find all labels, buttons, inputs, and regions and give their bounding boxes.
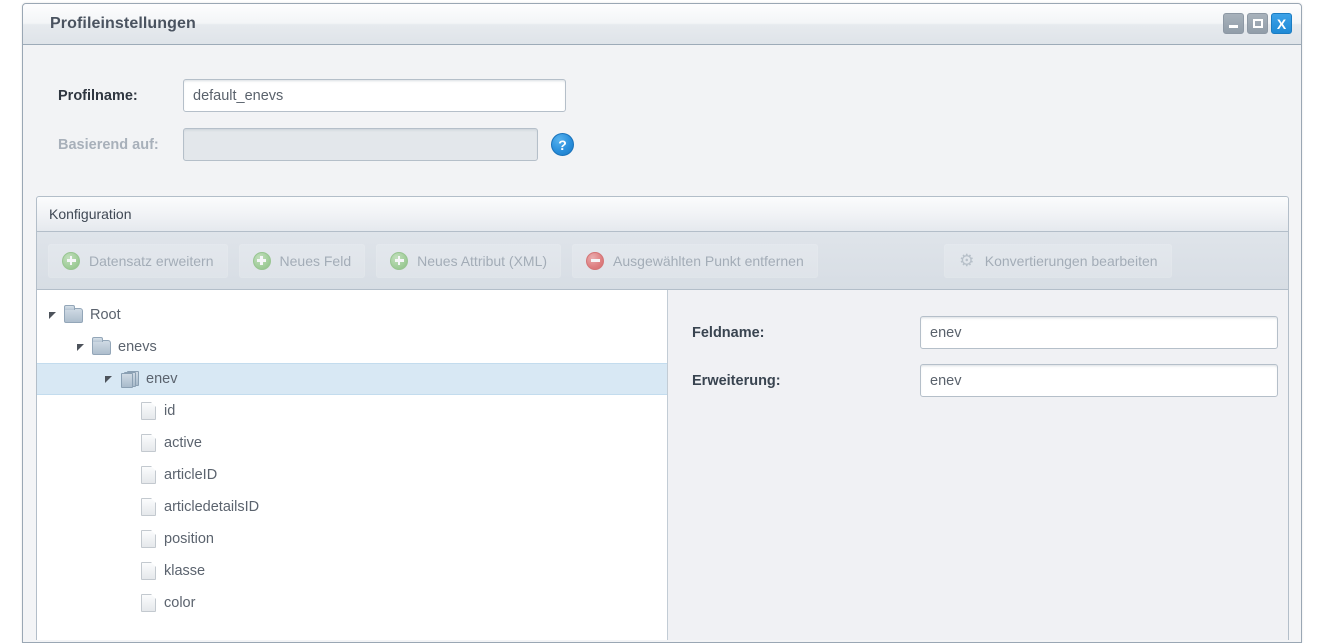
tree-node-klasse[interactable]: klasse — [37, 555, 667, 587]
tree-node-active[interactable]: active — [37, 427, 667, 459]
chevron-expanded-icon[interactable] — [77, 342, 88, 353]
profilname-label: Profilname: — [58, 87, 138, 104]
tree-node-position[interactable]: position — [37, 523, 667, 555]
konvertierungen-bearbeiten-button[interactable]: ⚙ Konvertierungen bearbeiten — [943, 243, 1172, 278]
plus-circle-icon — [390, 251, 409, 270]
profile-form: Profilname: Basierend auf: ? — [23, 45, 1301, 190]
neues-attribut-xml-button[interactable]: Neues Attribut (XML) — [376, 243, 562, 278]
feldname-input[interactable] — [920, 316, 1278, 349]
plus-circle-icon — [252, 251, 271, 270]
window-controls: X — [1223, 13, 1292, 34]
document-icon — [141, 402, 156, 420]
configuration-content: Root enevs enev id active articleID arti… — [36, 290, 1289, 640]
tree-node-label: enevs — [118, 339, 157, 355]
maximize-icon — [1252, 19, 1263, 28]
tree-node-id[interactable]: id — [37, 395, 667, 427]
basierend-auf-row: Basierend auf: ? — [23, 128, 574, 161]
document-icon — [141, 434, 156, 452]
basierend-auf-label: Basierend auf: — [58, 136, 159, 153]
close-icon: X — [1276, 15, 1287, 32]
window-title: Profileinstellungen — [50, 15, 196, 32]
window-titlebar: Profileinstellungen X — [23, 4, 1301, 45]
neues-attribut-xml-label: Neues Attribut (XML) — [417, 252, 548, 269]
field-tree[interactable]: Root enevs enev id active articleID arti… — [37, 290, 668, 640]
basierend-auf-input — [183, 128, 538, 161]
tree-node-articledetailsid[interactable]: articledetailsID — [37, 491, 667, 523]
tree-node-enev[interactable]: enev — [37, 363, 667, 395]
konfiguration-title: Konfiguration — [49, 206, 132, 222]
erweiterung-row: Erweiterung: — [668, 364, 1288, 397]
tree-node-enevs[interactable]: enevs — [37, 331, 667, 363]
tree-node-color[interactable]: color — [37, 587, 667, 619]
minimize-icon — [1229, 25, 1238, 28]
document-icon — [141, 466, 156, 484]
neues-feld-label: Neues Feld — [279, 252, 352, 269]
document-icon — [141, 498, 156, 516]
gear-icon: ⚙ — [959, 251, 975, 270]
folder-icon — [92, 336, 111, 355]
profilname-input[interactable] — [183, 79, 566, 112]
datensatz-erweitern-button[interactable]: Datensatz erweitern — [48, 243, 228, 278]
tree-node-label: articledetailsID — [164, 499, 260, 515]
configuration-toolbar: Datensatz erweitern Neues Feld Neues Att… — [36, 232, 1289, 290]
help-icon[interactable]: ? — [551, 133, 574, 156]
minimize-button[interactable] — [1223, 13, 1244, 34]
close-button[interactable]: X — [1271, 13, 1292, 34]
field-detail-panel: Feldname: Erweiterung: — [668, 290, 1288, 640]
feldname-row: Feldname: — [668, 316, 1288, 349]
tree-node-articleid[interactable]: articleID — [37, 459, 667, 491]
tree-node-root[interactable]: Root — [37, 299, 667, 331]
stack-icon — [120, 370, 139, 388]
document-icon — [141, 594, 156, 612]
profile-settings-window: Profileinstellungen X Profilname: Basier… — [22, 3, 1302, 643]
tree-node-label: active — [164, 435, 202, 451]
tree-node-label: articleID — [164, 467, 218, 483]
datensatz-erweitern-label: Datensatz erweitern — [89, 252, 214, 269]
neues-feld-button[interactable]: Neues Feld — [238, 243, 366, 278]
feldname-label: Feldname: — [692, 324, 765, 341]
konvertierungen-bearbeiten-label: Konvertierungen bearbeiten — [984, 252, 1158, 269]
erweiterung-label: Erweiterung: — [692, 372, 781, 389]
tree-node-label: id — [164, 403, 176, 419]
ausgewaehlten-punkt-entfernen-label: Ausgewählten Punkt entfernen — [613, 252, 804, 269]
document-icon — [141, 562, 156, 580]
tree-node-label: position — [164, 531, 214, 547]
folder-icon — [64, 304, 83, 323]
chevron-expanded-icon[interactable] — [105, 374, 116, 385]
chevron-expanded-icon[interactable] — [49, 310, 60, 321]
maximize-button[interactable] — [1247, 13, 1268, 34]
tree-node-label: enev — [146, 371, 178, 387]
profilname-row: Profilname: — [23, 79, 566, 112]
erweiterung-input[interactable] — [920, 364, 1278, 397]
plus-circle-icon — [62, 251, 80, 270]
tree-node-label: color — [164, 595, 196, 611]
document-icon — [141, 530, 156, 548]
tree-node-label: Root — [90, 307, 121, 323]
tree-node-label: klasse — [164, 563, 206, 579]
konfiguration-panel-header: Konfiguration — [36, 196, 1289, 232]
ausgewaehlten-punkt-entfernen-button[interactable]: Ausgewählten Punkt entfernen — [572, 243, 818, 278]
minus-circle-icon — [586, 251, 605, 270]
